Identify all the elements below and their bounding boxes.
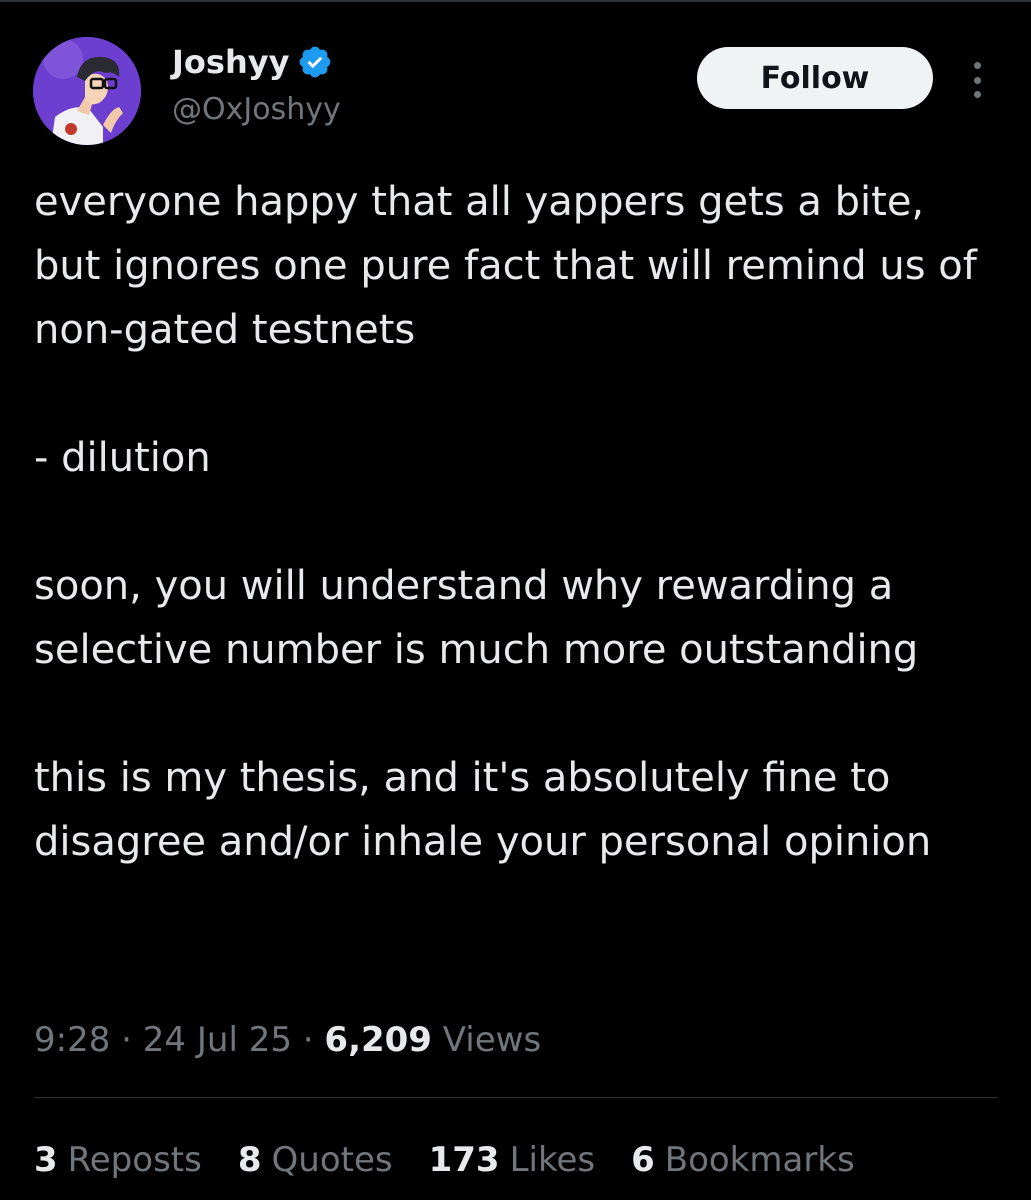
more-dot xyxy=(973,62,981,69)
more-dot xyxy=(973,91,981,98)
views-count: 6,209 xyxy=(324,1020,432,1060)
follow-button[interactable]: Follow xyxy=(697,47,933,109)
tweet-date[interactable]: 24 Jul 25 xyxy=(143,1020,292,1060)
tweet-paragraph: soon, you will understand why rewarding … xyxy=(34,563,919,673)
author-display-name[interactable]: Joshyy xyxy=(172,40,289,84)
author-name-row[interactable]: Joshyy xyxy=(172,40,333,84)
author-handle[interactable]: @OxJoshyy xyxy=(172,90,341,130)
reposts-stat[interactable]: 3 Reposts xyxy=(34,1136,202,1184)
anime-avatar-icon xyxy=(33,37,141,145)
quotes-count: 8 xyxy=(237,1140,262,1180)
tweet-meta: 9:28 · 24 Jul 25 · 6,209 Views xyxy=(34,1016,541,1064)
tweet-text: everyone happy that all yappers gets a b… xyxy=(34,170,984,874)
reposts-label: Reposts xyxy=(67,1140,202,1180)
reposts-count: 3 xyxy=(34,1140,58,1180)
bookmarks-label: Bookmarks xyxy=(664,1140,855,1180)
more-options-icon[interactable] xyxy=(962,58,992,102)
likes-stat[interactable]: 173 Likes xyxy=(429,1136,595,1184)
top-border xyxy=(0,0,1031,2)
likes-label: Likes xyxy=(509,1140,596,1180)
meta-separator: · xyxy=(302,1020,314,1060)
quotes-label: Quotes xyxy=(271,1140,393,1180)
tweet-time[interactable]: 9:28 xyxy=(34,1020,110,1060)
engagement-stats: 3 Reposts 8 Quotes 173 Likes 6 Bookmarks xyxy=(34,1136,855,1184)
tweet-paragraph: this is my thesis, and it's absolutely f… xyxy=(34,755,932,865)
verified-badge-icon xyxy=(300,46,331,78)
bookmarks-count: 6 xyxy=(631,1140,655,1180)
more-dot xyxy=(973,76,981,84)
divider xyxy=(34,1097,998,1098)
tweet-paragraph: everyone happy that all yappers gets a b… xyxy=(34,179,977,353)
quotes-stat[interactable]: 8 Quotes xyxy=(238,1136,393,1184)
meta-separator: · xyxy=(121,1020,132,1060)
views-label: Views xyxy=(442,1020,542,1060)
likes-count: 173 xyxy=(428,1140,500,1180)
bookmarks-stat[interactable]: 6 Bookmarks xyxy=(631,1136,855,1184)
avatar[interactable] xyxy=(33,37,141,145)
tweet-paragraph: - dilution xyxy=(34,435,211,481)
